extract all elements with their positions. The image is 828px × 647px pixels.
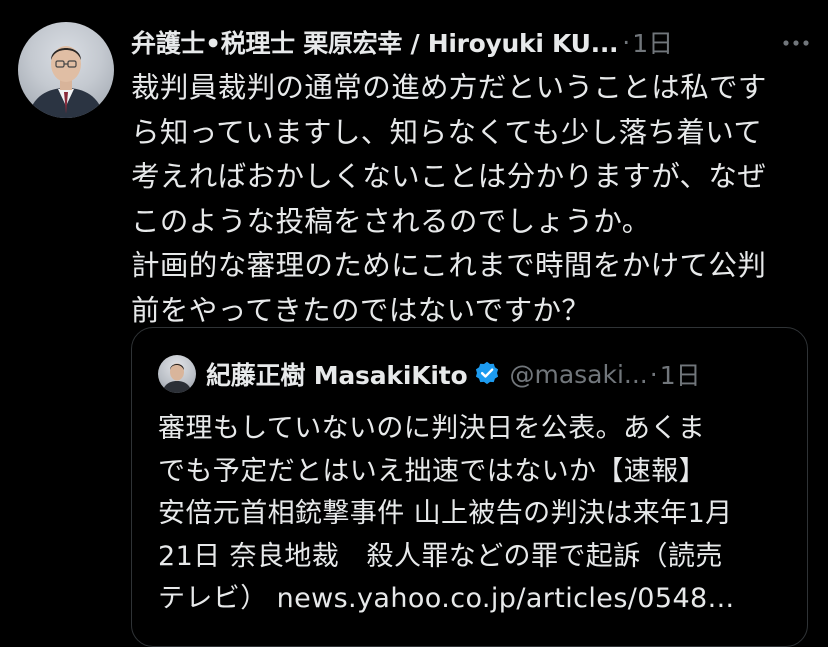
tweet-header: 弁護士•税理士 栗原宏幸 / Hiroyuki KU... · 1日 [131,22,811,62]
quoted-author-handle: @masaki... [509,359,648,389]
quoted-tweet-text: 審理もしていないのに判決日を公表。あくま でも予定だとはいえ拙速ではないか【速報… [158,408,798,621]
timestamp[interactable]: 1日 [632,24,673,60]
quoted-author-name: 紀藤正樹 MasakiKito [206,361,468,390]
dot-separator: · [649,359,658,389]
quoted-author-avatar [158,355,196,393]
quoted-tweet[interactable]: 紀藤正樹 MasakiKito @masaki... · 1日 審理もしていない… [131,327,808,647]
verified-badge-icon [473,360,501,388]
tweet-text: 裁判員裁判の通常の進め方だということは私です ら知っていますし、知らなくても少し… [131,66,811,333]
quoted-text-line: テレビ） news.yahoo.co.jp/articles/0548... [158,583,735,614]
quoted-text-line: 安倍元首相銃撃事件 山上被告の判決は来年1月 [158,498,733,529]
tweet-text-line: 考えればおかしくないことは分かりますが、なぜ [131,160,767,193]
quoted-text-line: 21日 奈良地裁 殺人罪などの罪で起訴（読売 [158,540,723,572]
more-horizontal-icon[interactable] [781,28,811,58]
quoted-text-line: でも予定だとはいえ拙速ではないか【速報】 [158,455,706,487]
dot-separator: · [622,27,631,57]
tweet-text-line: ら知っていますし、知らなくても少し落ち着いて [131,115,763,149]
tweet-text-line: このような投稿をされるのでしょうか。 [131,204,651,238]
quoted-text-line: 審理もしていないのに判決日を公表。あくま [158,413,706,444]
author-avatar[interactable] [18,22,114,118]
tweet[interactable]: 弁護士•税理士 栗原宏幸 / Hiroyuki KU... · 1日 裁判員裁判… [0,0,828,647]
quoted-tweet-header: 紀藤正樹 MasakiKito @masaki... · 1日 [158,354,701,394]
tweet-text-line: 裁判員裁判の通常の進め方だということは私です [131,71,767,104]
author-name[interactable]: 弁護士•税理士 栗原宏幸 / Hiroyuki KU... [131,24,619,60]
quoted-timestamp: 1日 [659,361,701,390]
tweet-text-line: 計画的な審理のためにこれまで時間をかけて公判 [131,249,767,282]
